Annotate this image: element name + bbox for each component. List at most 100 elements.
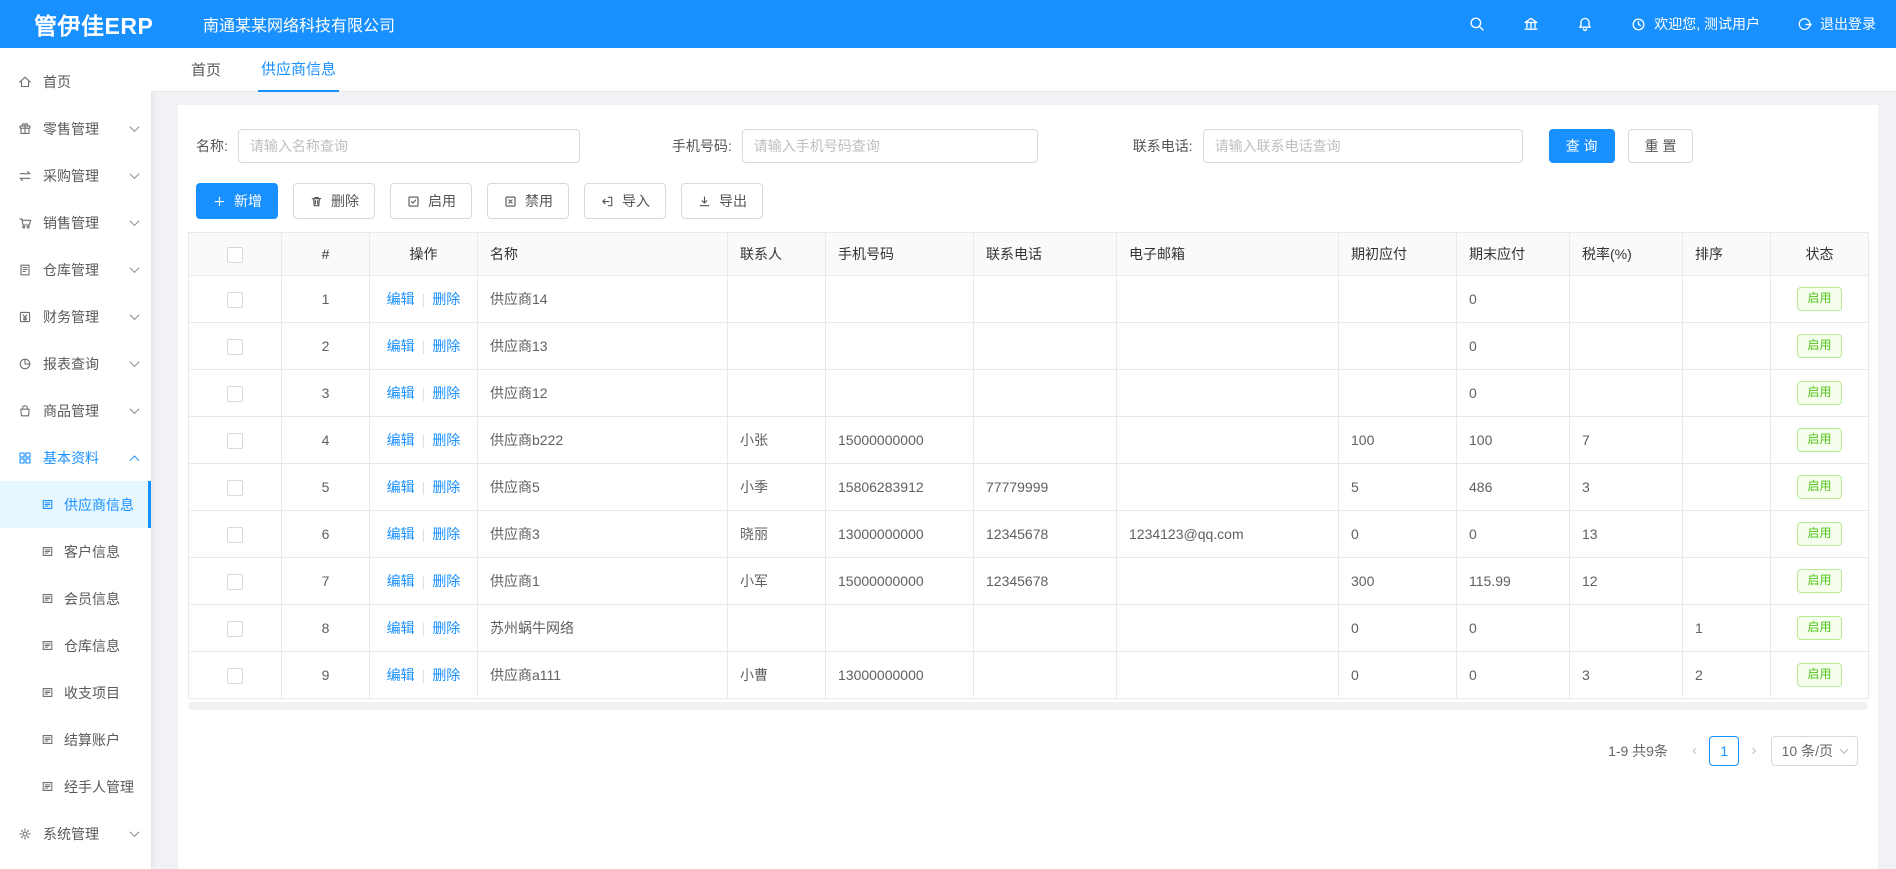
supplier-name-cell: 供应商a111 bbox=[478, 652, 728, 699]
search-icon[interactable] bbox=[1468, 15, 1486, 33]
sidebar-item-系统管理[interactable]: 系统管理 bbox=[0, 810, 151, 857]
status-badge: 启用 bbox=[1797, 616, 1841, 640]
phone-search-input[interactable] bbox=[742, 129, 1038, 163]
prev-page-button[interactable]: ‹ bbox=[1686, 742, 1703, 760]
delete-button[interactable]: 删除 bbox=[293, 183, 375, 219]
bank-icon[interactable] bbox=[1522, 15, 1540, 33]
sidebar-subitem-供应商信息[interactable]: 供应商信息 bbox=[0, 481, 151, 528]
reset-button[interactable]: 重 置 bbox=[1628, 129, 1694, 163]
edit-link[interactable]: 编辑 bbox=[387, 479, 415, 495]
row-checkbox[interactable] bbox=[227, 668, 243, 684]
row-index-cell: 8 bbox=[282, 605, 370, 652]
row-checkbox[interactable] bbox=[227, 527, 243, 543]
edit-link[interactable]: 编辑 bbox=[387, 526, 415, 542]
sidebar-subitem-结算账户[interactable]: 结算账户 bbox=[0, 716, 151, 763]
edit-link[interactable]: 编辑 bbox=[387, 620, 415, 636]
supplier-name-cell: 供应商3 bbox=[478, 511, 728, 558]
delete-link[interactable]: 删除 bbox=[432, 338, 460, 354]
edit-link[interactable]: 编辑 bbox=[387, 432, 415, 448]
company-name: 南通某某网络科技有限公司 bbox=[203, 12, 395, 36]
sidebar-subitem-经手人管理[interactable]: 经手人管理 bbox=[0, 763, 151, 810]
sidebar-item-商品管理[interactable]: 商品管理 bbox=[0, 387, 151, 434]
welcome-user[interactable]: 欢迎您, 测试用户 bbox=[1630, 14, 1760, 34]
delete-link[interactable]: 删除 bbox=[432, 526, 460, 542]
enable-button[interactable]: 启用 bbox=[390, 183, 472, 219]
retail-icon bbox=[17, 121, 33, 137]
sidebar-item-label: 财务管理 bbox=[43, 307, 99, 327]
logout-button[interactable]: 退出登录 bbox=[1796, 14, 1876, 34]
select-all-checkbox[interactable] bbox=[227, 247, 243, 263]
next-page-button[interactable]: › bbox=[1745, 742, 1762, 760]
closing-payable-cell: 0 bbox=[1457, 605, 1570, 652]
edit-link[interactable]: 编辑 bbox=[387, 667, 415, 683]
sidebar-item-财务管理[interactable]: 财务管理 bbox=[0, 293, 151, 340]
toolbar: 新增 删除 启用 禁用 bbox=[188, 177, 1868, 232]
name-search-input[interactable] bbox=[238, 129, 580, 163]
horizontal-scrollbar[interactable] bbox=[188, 702, 1868, 710]
sidebar-subitem-会员信息[interactable]: 会员信息 bbox=[0, 575, 151, 622]
sidebar-item-仓库管理[interactable]: 仓库管理 bbox=[0, 246, 151, 293]
row-checkbox[interactable] bbox=[227, 621, 243, 637]
opening-payable-cell bbox=[1339, 276, 1457, 323]
delete-link[interactable]: 删除 bbox=[432, 620, 460, 636]
sidebar-item-label: 采购管理 bbox=[43, 166, 99, 186]
user-welcome-icon bbox=[1630, 16, 1647, 33]
sidebar-subitem-收支项目[interactable]: 收支项目 bbox=[0, 669, 151, 716]
edit-link[interactable]: 编辑 bbox=[387, 385, 415, 401]
contact-cell: 晓丽 bbox=[728, 511, 826, 558]
row-checkbox[interactable] bbox=[227, 574, 243, 590]
add-button[interactable]: 新增 bbox=[196, 183, 278, 219]
sidebar-item-首页[interactable]: 首页 bbox=[0, 58, 151, 105]
delete-link[interactable]: 删除 bbox=[432, 479, 460, 495]
sidebar-item-销售管理[interactable]: 销售管理 bbox=[0, 199, 151, 246]
import-button[interactable]: 导入 bbox=[584, 183, 666, 219]
list-icon bbox=[40, 685, 55, 700]
supplier-name-cell: 供应商12 bbox=[478, 370, 728, 417]
row-checkbox[interactable] bbox=[227, 292, 243, 308]
sidebar-item-采购管理[interactable]: 采购管理 bbox=[0, 152, 151, 199]
delete-link[interactable]: 删除 bbox=[432, 432, 460, 448]
row-select-cell bbox=[189, 464, 282, 511]
header-actions: 欢迎您, 测试用户 退出登录 bbox=[1432, 14, 1896, 34]
current-page-button[interactable]: 1 bbox=[1709, 736, 1739, 766]
tab-home[interactable]: 首页 bbox=[188, 59, 224, 91]
contact-cell bbox=[728, 605, 826, 652]
delete-link[interactable]: 删除 bbox=[432, 667, 460, 683]
table-row: 2编辑|删除供应商130启用 bbox=[189, 323, 1869, 370]
basic-data-icon bbox=[17, 450, 33, 466]
sidebar-subitem-客户信息[interactable]: 客户信息 bbox=[0, 528, 151, 575]
sidebar-item-label: 销售管理 bbox=[43, 213, 99, 233]
row-checkbox[interactable] bbox=[227, 480, 243, 496]
row-checkbox[interactable] bbox=[227, 433, 243, 449]
chevron-down-icon bbox=[130, 216, 140, 226]
sort-cell bbox=[1683, 511, 1771, 558]
edit-link[interactable]: 编辑 bbox=[387, 573, 415, 589]
export-button[interactable]: 导出 bbox=[681, 183, 763, 219]
bell-icon[interactable] bbox=[1576, 15, 1594, 33]
tel-search-input[interactable] bbox=[1203, 129, 1523, 163]
sidebar-item-零售管理[interactable]: 零售管理 bbox=[0, 105, 151, 152]
delete-link[interactable]: 删除 bbox=[432, 291, 460, 307]
opening-payable-cell: 0 bbox=[1339, 605, 1457, 652]
page-size-select[interactable]: 10 条/页 bbox=[1771, 736, 1858, 766]
sidebar-item-报表查询[interactable]: 报表查询 bbox=[0, 340, 151, 387]
finance-icon bbox=[17, 309, 33, 325]
row-checkbox[interactable] bbox=[227, 386, 243, 402]
row-checkbox[interactable] bbox=[227, 339, 243, 355]
table-row: 7编辑|删除供应商1小军1500000000012345678300115.99… bbox=[189, 558, 1869, 605]
edit-link[interactable]: 编辑 bbox=[387, 291, 415, 307]
sidebar-item-基本资料[interactable]: 基本资料 bbox=[0, 434, 151, 481]
delete-link[interactable]: 删除 bbox=[432, 573, 460, 589]
tax-rate-cell bbox=[1570, 323, 1683, 370]
query-button[interactable]: 查 询 bbox=[1549, 129, 1615, 163]
edit-link[interactable]: 编辑 bbox=[387, 338, 415, 354]
x-square-icon bbox=[503, 194, 518, 209]
email-cell bbox=[1117, 464, 1339, 511]
tab-supplier-info[interactable]: 供应商信息 bbox=[258, 58, 339, 92]
email-cell bbox=[1117, 276, 1339, 323]
sidebar-subitem-仓库信息[interactable]: 仓库信息 bbox=[0, 622, 151, 669]
delete-link[interactable]: 删除 bbox=[432, 385, 460, 401]
disable-button[interactable]: 禁用 bbox=[487, 183, 569, 219]
tel-cell: 12345678 bbox=[974, 511, 1117, 558]
status-badge: 启用 bbox=[1797, 475, 1841, 499]
